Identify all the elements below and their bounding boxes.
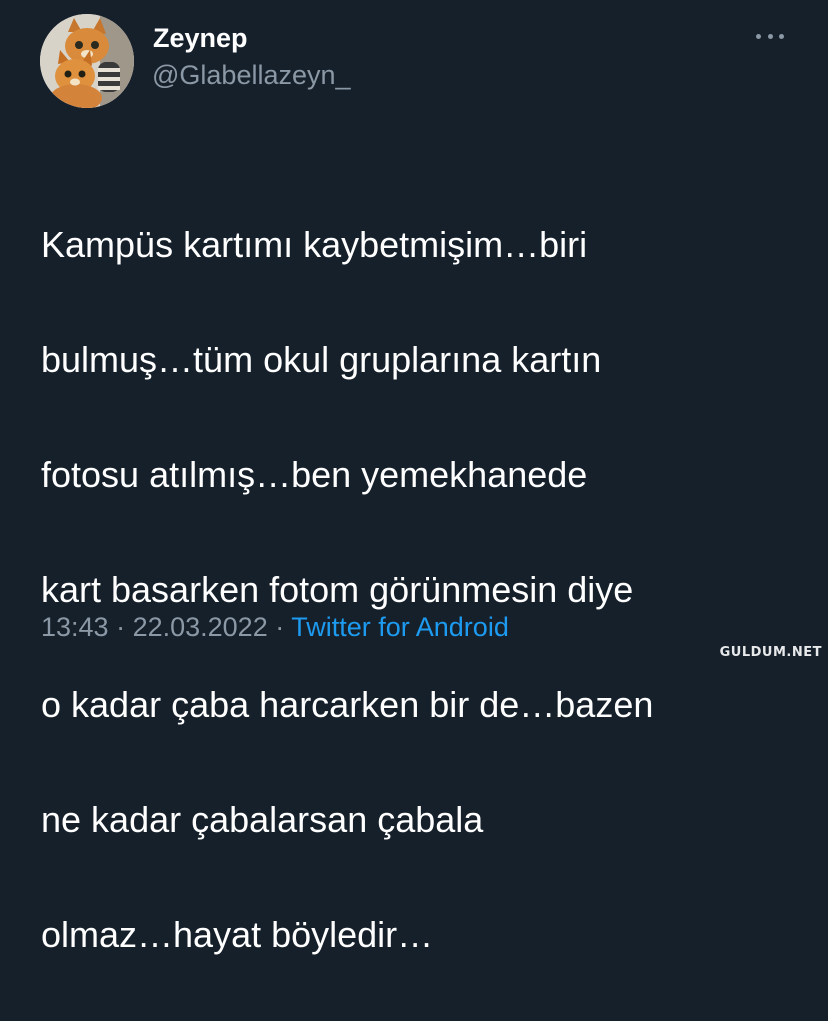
tweet-text: Kampüs kartımı kaybetmişim…biri bulmuş…t… [41,158,801,1021]
meta-separator: · [108,612,133,642]
tweet-time[interactable]: 13:43 [41,612,109,642]
more-dot [779,33,784,39]
more-options-icon[interactable] [756,24,784,48]
author-name[interactable]: Zeynep [153,22,248,54]
cats-avatar[interactable] [40,14,134,108]
tweet-text-line: Kampüs kartımı kaybetmişim…biri [41,223,588,265]
tweet-text-line: fotosu atılmış…ben yemekhanede [41,453,588,495]
tweet-date[interactable]: 22.03.2022 [133,612,268,642]
tweet-text-line: bulmuş…tüm okul gruplarına kartın [41,338,602,380]
author-handle[interactable]: @Glabellazeyn_ [152,58,351,92]
tweet-card: Zeynep @Glabellazeyn_ Kampüs kartımı kay… [0,0,828,955]
tweet-source-link[interactable]: Twitter for Android [291,612,509,642]
meta-separator: · [267,612,292,642]
tweet-metadata: 13:43 · 22.03.2022 · Twitter for Android [41,610,509,644]
tweet-text-line: ne kadar çabalarsan çabala [41,798,484,840]
tweet-text-line: olmaz…hayat böyledir… [41,913,434,955]
more-dot [756,33,761,39]
watermark-logo: GULDUM.NET [719,645,822,660]
tweet-text-line: o kadar çaba harcarken bir de…bazen [41,683,654,725]
more-dot [767,33,773,39]
